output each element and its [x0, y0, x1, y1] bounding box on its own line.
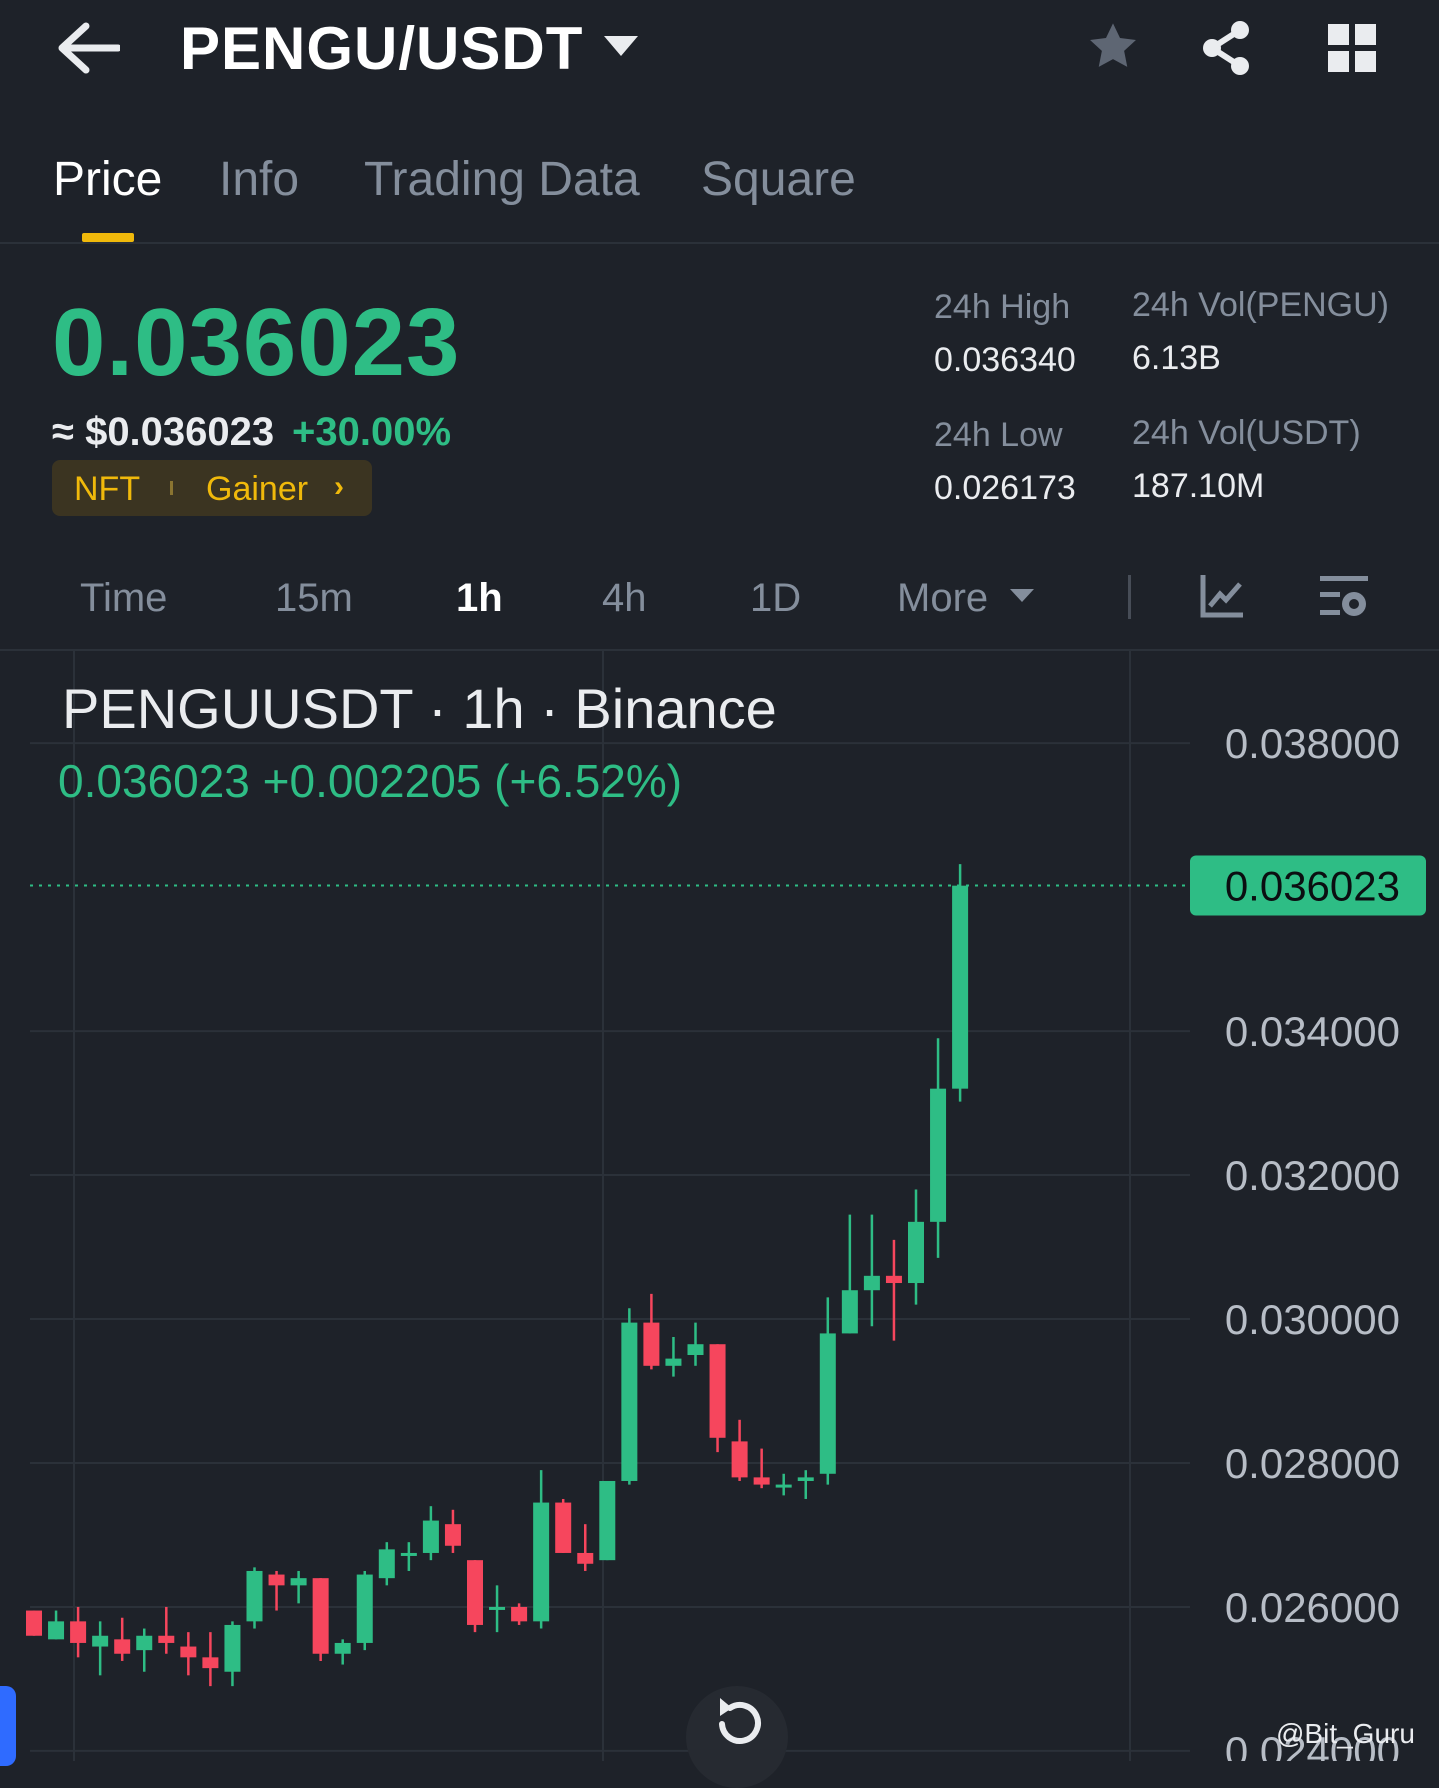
candle-body — [621, 1322, 638, 1481]
percent-change: +30.00% — [292, 410, 452, 454]
candle-body — [797, 1477, 814, 1481]
last-price: 0.036023 — [52, 289, 461, 396]
candle-body — [511, 1606, 528, 1622]
candle-body — [290, 1578, 307, 1586]
candle-body — [224, 1624, 241, 1672]
candle-body — [246, 1570, 263, 1622]
candle-body — [268, 1574, 285, 1586]
stat-24h-high-label: 24h High — [934, 288, 1071, 326]
interval-1h[interactable]: 1h — [456, 576, 503, 621]
candle-body — [753, 1477, 770, 1485]
candle-body — [555, 1502, 572, 1553]
stat-24h-low-value: 0.026173 — [934, 469, 1076, 507]
refresh-icon[interactable] — [708, 1692, 768, 1752]
stat-24h-vol-base-value: 6.13B — [1132, 339, 1221, 377]
current-price-tag-label: 0.036023 — [1225, 862, 1400, 909]
candle-body — [687, 1344, 704, 1356]
candle-body — [577, 1552, 594, 1564]
candle-body — [819, 1333, 836, 1474]
interval-1d[interactable]: 1D — [750, 576, 801, 621]
candle-body — [643, 1322, 660, 1366]
candle-body — [180, 1646, 197, 1658]
candle-body — [930, 1088, 947, 1222]
candle-body — [92, 1635, 109, 1647]
share-icon[interactable] — [1196, 18, 1256, 78]
candle-body — [731, 1441, 748, 1478]
stat-24h-high-value: 0.036340 — [934, 341, 1076, 379]
candle-body — [533, 1502, 550, 1622]
candle-body — [863, 1275, 880, 1291]
watermark: @Bit_Guru — [1276, 1718, 1415, 1749]
candle-body — [599, 1480, 616, 1561]
candle-body — [665, 1358, 682, 1366]
tag-separator — [170, 481, 173, 495]
candle-body — [400, 1552, 417, 1556]
interval-time[interactable]: Time — [80, 576, 167, 621]
stat-24h-vol-quote-value: 187.10M — [1132, 467, 1265, 505]
candle-body — [908, 1221, 924, 1284]
pair-selector[interactable]: PENGU/USDT — [180, 14, 583, 83]
indicator-icon[interactable] — [1198, 572, 1246, 620]
candle-body — [422, 1520, 439, 1553]
y-tick-label: 0.038000 — [1225, 720, 1400, 767]
tab-trading-data[interactable]: Trading Data — [364, 152, 640, 207]
divider — [1128, 575, 1131, 619]
candle-body — [114, 1639, 131, 1654]
tab-square[interactable]: Square — [701, 152, 856, 207]
fiat-price: ≈ $0.036023 — [52, 410, 275, 454]
tab-price[interactable]: Price — [53, 152, 162, 207]
candle-body — [136, 1635, 153, 1651]
stat-24h-low-label: 24h Low — [934, 416, 1063, 454]
active-tab-indicator — [82, 233, 134, 242]
caret-down-icon[interactable] — [604, 36, 638, 56]
candle-body — [48, 1621, 65, 1640]
y-tick-label: 0.032000 — [1225, 1152, 1400, 1199]
chart-ohlc: 0.036023 +0.002205 (+6.52%) — [58, 755, 683, 807]
chart-settings-icon[interactable] — [1316, 570, 1372, 626]
tab-info[interactable]: Info — [219, 152, 299, 207]
tag-nft[interactable]: NFT — [74, 470, 140, 509]
y-tick-label: 0.034000 — [1225, 1008, 1400, 1055]
tag-gainer[interactable]: Gainer — [206, 470, 308, 509]
candle-body — [709, 1344, 726, 1438]
candle-body — [885, 1275, 902, 1284]
back-arrow-icon[interactable] — [56, 22, 120, 74]
interval-more[interactable]: More — [897, 576, 988, 621]
candle-body — [841, 1290, 858, 1334]
candle-body — [444, 1524, 461, 1546]
candle-body — [158, 1635, 175, 1643]
side-tab[interactable] — [0, 1686, 16, 1766]
star-icon[interactable] — [1084, 18, 1142, 76]
y-tick-label: 0.026000 — [1225, 1584, 1400, 1631]
chart-title: PENGUUSDT · 1h · Binance — [62, 677, 777, 740]
candle-body — [356, 1574, 373, 1643]
candle-body — [952, 885, 969, 1089]
candlestick-chart[interactable]: 0.038000 0.034000 0.032000 0.030000 0.028000… — [0, 651, 1439, 1761]
y-tick-label: 0.030000 — [1225, 1296, 1400, 1343]
candle-body — [775, 1484, 792, 1488]
candle-body — [312, 1578, 329, 1654]
candle-body — [489, 1606, 506, 1610]
candle-body — [70, 1621, 87, 1643]
candle-body — [202, 1657, 219, 1669]
y-tick-label: 0.028000 — [1225, 1440, 1400, 1487]
stat-24h-vol-quote-label: 24h Vol(USDT) — [1132, 414, 1361, 452]
candle-body — [26, 1610, 42, 1636]
interval-4h[interactable]: 4h — [602, 576, 647, 621]
grid-icon[interactable] — [1326, 22, 1378, 74]
candle-body — [467, 1560, 483, 1625]
caret-down-icon[interactable] — [1010, 589, 1034, 602]
candle-body — [334, 1642, 351, 1654]
interval-15m[interactable]: 15m — [275, 576, 353, 621]
candle-body — [378, 1549, 395, 1579]
chevron-right-icon[interactable]: › — [334, 470, 344, 504]
stat-24h-vol-base-label: 24h Vol(PENGU) — [1132, 286, 1389, 324]
divider — [0, 242, 1439, 244]
